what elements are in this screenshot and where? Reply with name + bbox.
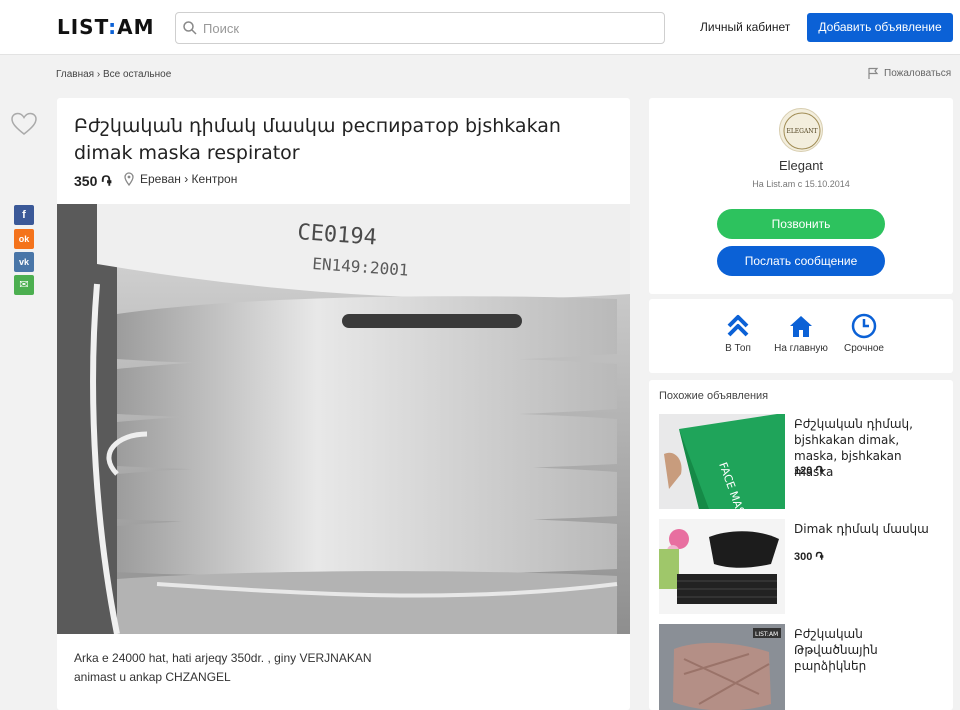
listing-title: Բժշկական դիմակ մասկա респиратор bjshkaka… (74, 115, 561, 164)
similar-thumb-watermark: LIST:AM (755, 631, 778, 638)
seller-avatar[interactable]: ELEGANT (779, 108, 823, 152)
breadcrumb-separator: › (96, 69, 101, 80)
similar-item[interactable]: FACE MASK Բժշկական դիմակ, bjshkakan dima… (659, 414, 949, 509)
similar-thumb[interactable]: LIST:AM (659, 624, 785, 710)
breadcrumb-category[interactable]: Все остальное (103, 69, 171, 80)
seller-avatar-text: ELEGANT (786, 128, 817, 135)
similar-item[interactable]: Dimak դիմակ մասկա 300 ֏ (659, 519, 949, 614)
listing-photo[interactable]: CE0194 EN149:2001 (57, 204, 630, 634)
logo-text-left: LIST (57, 15, 109, 39)
breadcrumb: Главная › Все остальное (56, 69, 171, 80)
description-line: Arka e 24000 hat, hati arjeqy 350dr. , g… (74, 651, 372, 665)
odnoklassniki-icon[interactable]: ok (14, 229, 34, 249)
similar-price: 300 ֏ (794, 551, 824, 563)
location-text: Ереван › Кентрон (140, 172, 238, 186)
send-message-button[interactable]: Послать сообщение (717, 246, 885, 276)
breadcrumb-home[interactable]: Главная (56, 69, 94, 80)
listing-card: Բժշկական դիմակ մասկա респиратор bjshkaka… (57, 98, 630, 710)
add-listing-button[interactable]: Добавить объявление (807, 13, 953, 42)
similar-thumb[interactable]: FACE MASK (659, 414, 785, 509)
similar-price: 120 ֏ (794, 465, 824, 477)
personal-cabinet-link[interactable]: Личный кабинет (700, 20, 790, 34)
vk-icon[interactable]: vk (14, 252, 34, 272)
search-box[interactable] (175, 12, 665, 44)
complain-link[interactable]: Пожаловаться (867, 67, 951, 80)
search-icon (183, 21, 197, 35)
description-line: animast u ankap CHZANGEL (74, 670, 231, 684)
complain-label: Пожаловаться (884, 68, 952, 79)
seller-card: ELEGANT Elegant На List.am с 15.10.2014 … (649, 98, 953, 294)
promo-urgent-label: Срочное (844, 343, 884, 354)
logo-mark: : (108, 15, 118, 39)
call-button[interactable]: Позвонить (717, 209, 885, 239)
top-arrows-icon (727, 315, 749, 337)
similar-listings: Похожие объявления FACE MASK Բժշկական դի… (649, 380, 953, 710)
favorite-heart-icon[interactable] (11, 112, 37, 136)
similar-item[interactable]: LIST:AM Բժշկական Թթվածնային բարձիկներ (659, 624, 949, 710)
search-input[interactable] (203, 13, 658, 43)
seller-name[interactable]: Elegant (649, 158, 953, 173)
promo-actions: В Топ На главную Срочное (649, 299, 953, 373)
similar-thumb[interactable] (659, 519, 785, 614)
similar-title[interactable]: Dimak դիմակ մասկա (794, 521, 944, 537)
similar-heading: Похожие объявления (659, 390, 769, 402)
facebook-icon[interactable]: f (14, 205, 34, 225)
location-pin-icon (124, 172, 134, 186)
home-icon (790, 316, 812, 337)
similar-title[interactable]: Բժշկական Թթվածնային բարձիկներ (794, 626, 944, 674)
listing-location: Ереван › Кентрон (124, 172, 237, 186)
top-header: LIST:AM Личный кабинет Добавить объявлен… (0, 0, 960, 55)
logo-text-right: AM (117, 15, 155, 39)
email-icon[interactable]: ✉ (14, 275, 34, 295)
listam-logo[interactable]: LIST:AM (57, 15, 155, 39)
promo-urgent-button[interactable]: Срочное (824, 313, 904, 354)
seller-since: На List.am с 15.10.2014 (752, 179, 850, 189)
listing-price: 350 ֏ (74, 173, 112, 189)
listing-description: Arka e 24000 hat, hati arjeqy 350dr. , g… (74, 649, 594, 687)
clock-icon (851, 313, 877, 339)
flag-icon (868, 67, 879, 79)
